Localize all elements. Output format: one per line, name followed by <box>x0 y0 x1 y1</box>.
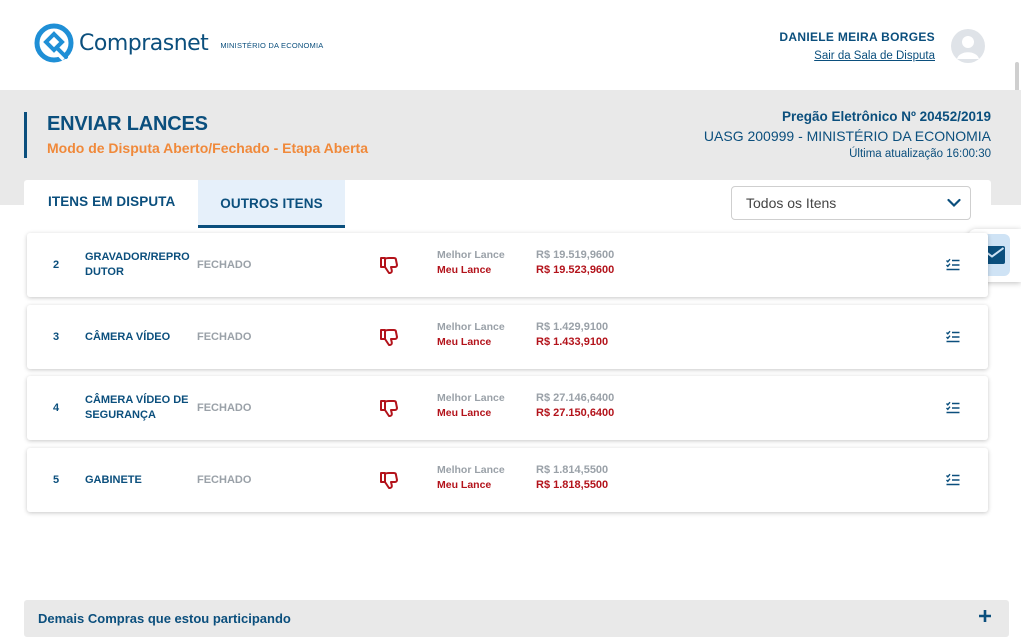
my-bid-label: Meu Lance <box>437 407 492 419</box>
brand-name: Comprasnet <box>79 30 209 56</box>
auction-number: Pregão Eletrônico Nº 20452/2019 <box>781 109 991 124</box>
avatar[interactable] <box>951 29 985 63</box>
item-name: GABINETE <box>85 473 142 486</box>
tabs-bar: ITENS EM DISPUTA OUTROS ITENS Todos os I… <box>24 180 991 228</box>
list-check-icon[interactable] <box>946 473 960 487</box>
item-name: GRAVADOR/REPRODUTOR <box>85 251 190 278</box>
my-bid-value: R$ 27.150,6400 <box>536 407 615 419</box>
best-bid-label: Melhor Lance <box>437 464 505 476</box>
chevron-down-icon <box>947 198 961 208</box>
user-info: DANIELE MEIRA BORGES Sair da Sala de Dis… <box>779 30 935 64</box>
auction-info: Pregão Eletrônico Nº 20452/2019 UASG 200… <box>704 108 991 162</box>
user-avatar-icon <box>957 36 979 59</box>
item-number: 5 <box>53 474 60 486</box>
my-bid-label: Meu Lance <box>437 264 492 276</box>
tab-other-items[interactable]: OUTROS ITENS <box>198 180 345 228</box>
best-bid-label: Melhor Lance <box>437 321 505 333</box>
best-bid-value: R$ 19.519,9600 <box>536 249 615 261</box>
list-item[interactable]: 5 GABINETE FECHADO Melhor Lance Meu Lanc… <box>27 448 988 512</box>
page-heading: ENVIAR LANCES Modo de Disputa Aberto/Fec… <box>24 112 368 158</box>
items-filter-value: Todos os Itens <box>746 195 837 211</box>
list-check-icon[interactable] <box>946 258 960 272</box>
status-badge: FECHADO <box>197 402 252 414</box>
comprasnet-logo[interactable]: Comprasnet MINISTÉRIO DA ECONOMIA <box>33 22 323 64</box>
my-bid-value: R$ 1.818,5500 <box>536 479 609 491</box>
brand-subtitle: MINISTÉRIO DA ECONOMIA <box>220 40 324 50</box>
item-number: 2 <box>53 259 60 271</box>
list-check-icon[interactable] <box>946 401 960 415</box>
my-bid-value: R$ 1.433,9100 <box>536 336 609 348</box>
best-bid-label: Melhor Lance <box>437 392 505 404</box>
list-item[interactable]: 3 CÂMERA VÍDEO FECHADO Melhor Lance Meu … <box>27 305 988 369</box>
plus-icon[interactable] <box>978 609 992 623</box>
best-bid-value: R$ 1.814,5500 <box>536 464 609 476</box>
item-name: CÂMERA VÍDEO <box>85 330 171 343</box>
thumbs-down-icon <box>380 400 398 417</box>
list-check-icon[interactable] <box>946 330 960 344</box>
my-bid-value: R$ 19.523,9600 <box>536 264 615 276</box>
list-item[interactable]: 4 CÂMERA VÍDEO DE SEGURANÇA FECHADO Melh… <box>27 376 988 440</box>
best-bid-label: Melhor Lance <box>437 249 505 261</box>
other-purchases-label: Demais Compras que estou participando <box>38 611 291 626</box>
status-badge: FECHADO <box>197 474 252 486</box>
thumbs-down-icon <box>380 472 398 489</box>
item-name: CÂMERA VÍDEO DE SEGURANÇA <box>85 394 189 421</box>
user-name: DANIELE MEIRA BORGES <box>779 30 935 44</box>
dispute-mode: Modo de Disputa Aberto/Fechado - Etapa A… <box>47 140 368 156</box>
last-update: Última atualização 16:00:30 <box>849 148 991 160</box>
exit-dispute-room-link[interactable]: Sair da Sala de Disputa <box>814 50 935 62</box>
tab-items-in-dispute[interactable]: ITENS EM DISPUTA <box>48 180 175 228</box>
list-item[interactable]: 2 GRAVADOR/REPRODUTOR FECHADO Melhor Lan… <box>27 233 988 297</box>
page-title: ENVIAR LANCES <box>47 113 208 135</box>
top-bar: Comprasnet MINISTÉRIO DA ECONOMIA DANIEL… <box>0 0 1021 102</box>
status-badge: FECHADO <box>197 259 252 271</box>
best-bid-value: R$ 27.146,6400 <box>536 392 615 404</box>
uasg-label: UASG 200999 - MINISTÉRIO DA ECONOMIA <box>703 128 991 144</box>
best-bid-value: R$ 1.429,9100 <box>536 321 609 333</box>
my-bid-label: Meu Lance <box>437 479 492 491</box>
other-purchases-panel[interactable]: Demais Compras que estou participando <box>24 600 1009 637</box>
status-badge: FECHADO <box>197 331 252 343</box>
items-filter-select[interactable]: Todos os Itens <box>731 186 971 220</box>
item-number: 4 <box>53 402 60 414</box>
thumbs-down-icon <box>380 329 398 346</box>
thumbs-down-icon <box>380 257 398 274</box>
my-bid-label: Meu Lance <box>437 336 492 348</box>
comprasnet-logo-icon <box>34 23 74 63</box>
item-number: 3 <box>53 331 60 343</box>
